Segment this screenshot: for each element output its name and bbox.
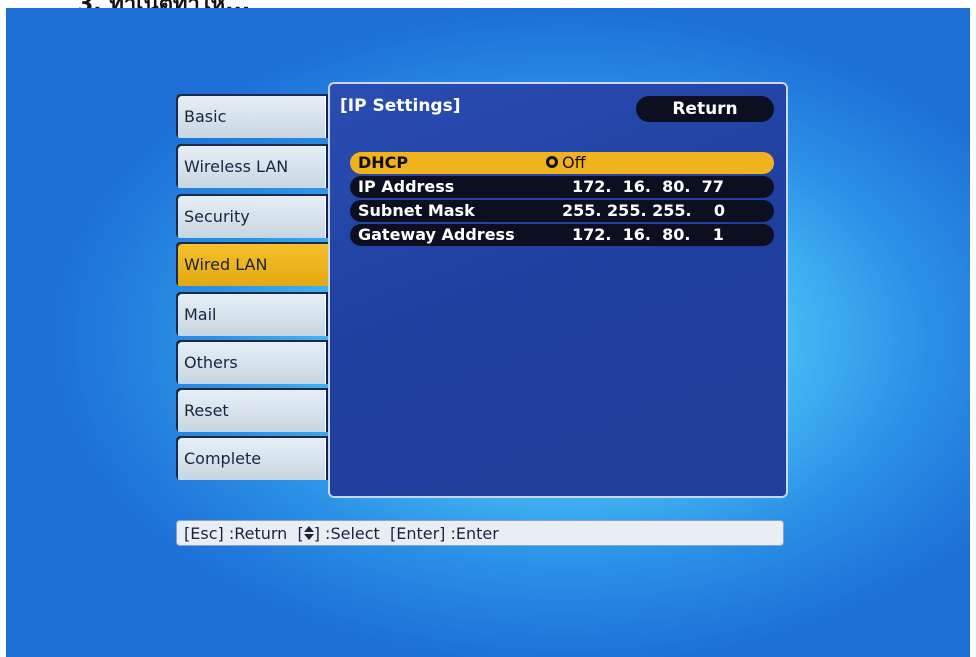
tab-label: Wireless LAN [184, 156, 289, 176]
setting-row-ip-address[interactable]: IP Address 172. 16. 80. 77 [350, 176, 774, 198]
setting-value: 172. 16. 80. 77 [572, 177, 724, 196]
help-esc: [Esc] :Return [ [184, 523, 304, 543]
setting-row-subnet-mask[interactable]: Subnet Mask 255. 255. 255. 0 [350, 200, 774, 222]
setting-value: 172. 16. 80. 1 [572, 225, 724, 244]
tab-label: Complete [184, 448, 262, 468]
setting-label: DHCP [358, 153, 409, 172]
tab-label: Basic [184, 106, 227, 126]
tab-label: Reset [184, 400, 229, 420]
cycle-icon [546, 156, 558, 168]
up-down-arrow-icon [303, 526, 314, 540]
help-statusbar: [Esc] :Return [ ] :Select [Enter] :Enter [176, 520, 784, 546]
setting-value: Off [562, 153, 586, 172]
setting-label: Subnet Mask [358, 201, 475, 220]
tab-complete[interactable]: Complete [176, 436, 326, 480]
tab-label: Security [184, 206, 250, 226]
setting-label: IP Address [358, 177, 455, 196]
menu-frame: Basic Wireless LAN Security Wired LAN Ma… [166, 82, 788, 498]
tab-mail[interactable]: Mail [176, 292, 326, 336]
tab-reset[interactable]: Reset [176, 388, 326, 432]
tab-label: Mail [184, 304, 217, 324]
tab-label: Wired LAN [184, 254, 268, 274]
setting-row-gateway-address[interactable]: Gateway Address 172. 16. 80. 1 [350, 224, 774, 246]
top-caption: 3. ทำเน็ตทำให้... [0, 0, 976, 8]
help-select-enter: ] :Select [Enter] :Enter [313, 523, 499, 543]
tab-security[interactable]: Security [176, 194, 326, 238]
tab-label: Others [184, 352, 238, 372]
setting-value: 255. 255. 255. 0 [562, 201, 725, 220]
panel-title: [IP Settings] [340, 96, 461, 116]
tab-wireless-lan[interactable]: Wireless LAN [176, 144, 326, 188]
caption-text: 3. ทำเน็ตทำให้... [78, 0, 250, 8]
return-button[interactable]: Return [636, 96, 774, 122]
ip-settings-panel: [IP Settings] Return DHCP Off IP Address… [328, 82, 788, 498]
tab-others[interactable]: Others [176, 340, 326, 384]
tab-basic[interactable]: Basic [176, 94, 326, 138]
tab-wired-lan[interactable]: Wired LAN [176, 242, 346, 286]
setting-label: Gateway Address [358, 225, 515, 244]
projector-screen: Basic Wireless LAN Security Wired LAN Ma… [6, 8, 970, 657]
setting-row-dhcp[interactable]: DHCP Off [350, 152, 774, 174]
